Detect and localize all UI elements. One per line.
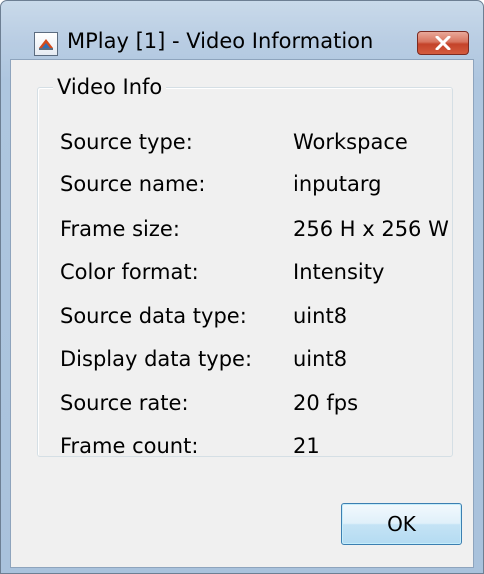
group-title: Video Info: [53, 75, 167, 99]
ok-button[interactable]: OK: [341, 503, 462, 545]
window-title: MPlay [1] - Video Information: [67, 29, 374, 53]
dialog-content: Video Info Source type: Workspace Source…: [10, 59, 474, 568]
source-type-label: Source type:: [60, 130, 193, 154]
mplay-app-icon[interactable]: [34, 32, 58, 56]
source-type-value: Workspace: [293, 130, 408, 154]
source-data-type-value: uint8: [293, 304, 348, 328]
frame-count-label: Frame count:: [60, 434, 199, 458]
dialog-window: MPlay [1] - Video Information Video Info…: [0, 0, 484, 574]
title-bar[interactable]: MPlay [1] - Video Information: [1, 1, 483, 59]
source-rate-value: 20 fps: [293, 391, 359, 415]
color-format-label: Color format:: [60, 260, 199, 284]
source-name-label: Source name:: [60, 172, 206, 196]
display-data-type-value: uint8: [293, 347, 348, 371]
close-icon[interactable]: [417, 31, 469, 55]
frame-count-value: 21: [293, 434, 320, 458]
source-rate-label: Source rate:: [60, 391, 189, 415]
source-data-type-label: Source data type:: [60, 304, 247, 328]
color-format-value: Intensity: [293, 260, 385, 284]
source-name-value: inputarg: [293, 172, 382, 196]
display-data-type-label: Display data type:: [60, 347, 253, 371]
frame-size-value: 256 H x 256 W: [293, 217, 449, 241]
frame-size-label: Frame size:: [60, 217, 180, 241]
